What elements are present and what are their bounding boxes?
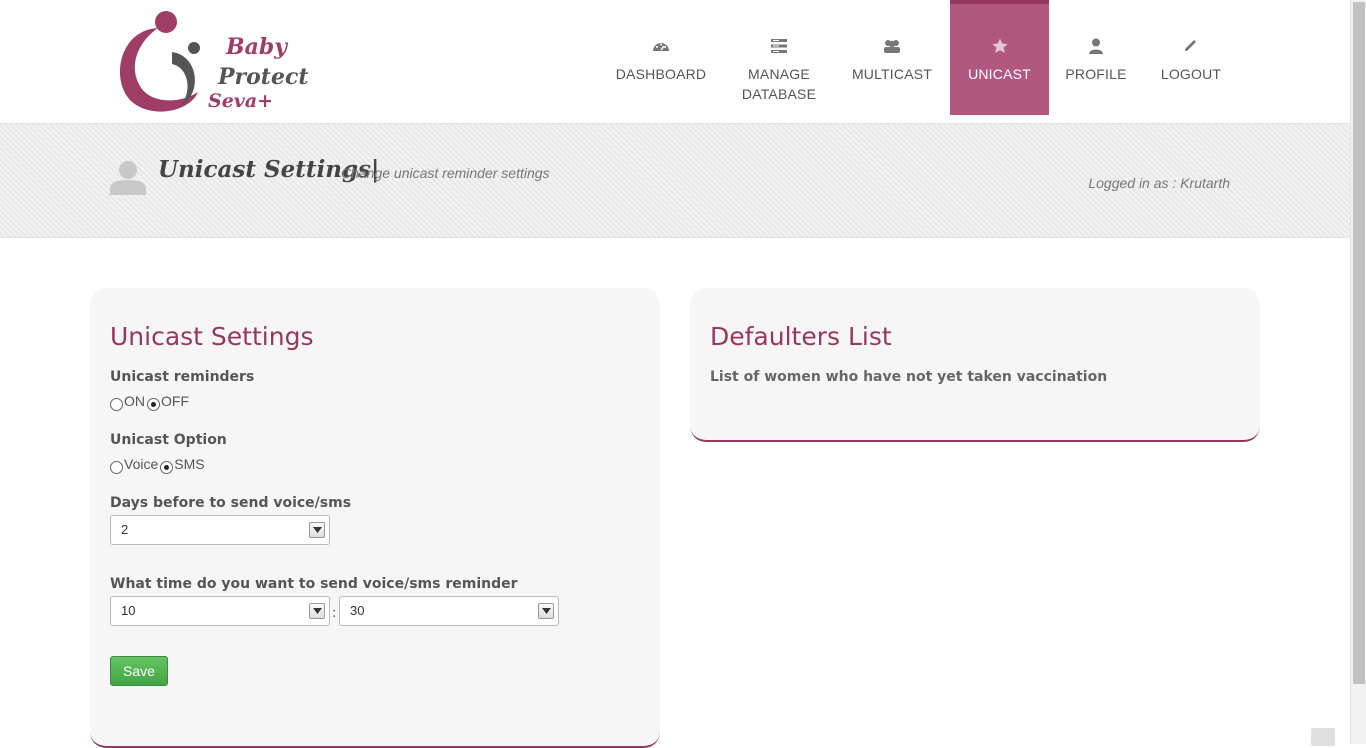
nav-database-label: DATABASE: [741, 86, 817, 102]
unicast-settings-heading: Unicast Settings: [110, 322, 314, 351]
page-scrollbar[interactable]: [1350, 0, 1366, 744]
page-header: Unicast Settings| Change unicast reminde…: [0, 123, 1350, 238]
unicast-option-label: Unicast Option: [110, 432, 227, 448]
share-icon[interactable]: [1311, 728, 1335, 746]
days-before-select[interactable]: 2: [110, 515, 330, 545]
nav-dashboard[interactable]: DASHBOARD: [612, 0, 710, 115]
logged-in-user: Logged in as : Krutarth: [1088, 175, 1230, 191]
star-icon: [991, 38, 1008, 53]
group-icon: [884, 40, 900, 53]
minute-select[interactable]: 30: [339, 596, 559, 626]
unicast-option-group: Voice SMS: [110, 453, 207, 474]
reminders-off-label[interactable]: OFF: [161, 393, 189, 409]
nav-logout[interactable]: LOGOUT: [1152, 0, 1230, 115]
unicast-reminders-group: ON OFF: [110, 390, 191, 411]
nav-manage-database[interactable]: MANAGE DATABASE: [730, 0, 828, 115]
scrollbar-thumb[interactable]: [1353, 2, 1365, 684]
defaulters-panel: Defaulters List List of women who have n…: [690, 288, 1260, 442]
time-separator: :: [332, 606, 337, 621]
brand-text-baby: Baby: [226, 34, 288, 60]
nav-unicast[interactable]: UNICAST: [950, 0, 1049, 115]
nav-unicast-label: UNICAST: [968, 66, 1031, 82]
reminders-on-radio[interactable]: [110, 398, 123, 411]
user-silhouette-icon: [110, 161, 146, 195]
nav-manage-label: MANAGE: [748, 66, 810, 82]
chevron-down-icon: [538, 603, 554, 619]
brand-logo[interactable]: Baby Protect Seva+: [110, 8, 310, 116]
chevron-down-icon: [309, 603, 325, 619]
user-icon: [1089, 38, 1103, 54]
option-voice-label[interactable]: Voice: [124, 456, 158, 472]
database-icon: [771, 39, 787, 53]
defaulters-heading: Defaulters List: [710, 322, 892, 351]
brand-text-protect: Protect: [218, 64, 309, 90]
unicast-settings-panel: Unicast Settings Unicast reminders ON OF…: [90, 288, 660, 748]
nav-multicast-label: MULTICAST: [851, 66, 933, 82]
option-sms-label[interactable]: SMS: [174, 456, 204, 472]
nav-multicast[interactable]: MULTICAST: [848, 0, 936, 115]
chevron-down-icon: [309, 522, 325, 538]
days-before-label: Days before to send voice/sms: [110, 495, 352, 511]
send-time-label: What time do you want to send voice/sms …: [110, 576, 518, 592]
page-subtitle: Change unicast reminder settings: [341, 165, 550, 181]
nav-logout-label: LOGOUT: [1160, 66, 1222, 82]
minute-value: 30: [350, 603, 365, 618]
days-before-value: 2: [121, 522, 129, 537]
top-navbar: Baby Protect Seva+ DASHBOARD MANAGE DATA…: [0, 0, 1350, 123]
nav-profile[interactable]: PROFILE: [1060, 0, 1132, 115]
baby-protect-logo-icon: [119, 11, 200, 112]
pencil-icon: [1185, 40, 1196, 51]
hour-select[interactable]: 10: [110, 596, 330, 626]
brand-text-seva: Seva+: [208, 90, 274, 112]
reminders-off-radio[interactable]: [147, 398, 160, 411]
save-button[interactable]: Save: [110, 656, 168, 686]
hour-value: 10: [121, 603, 136, 618]
nav-profile-label: PROFILE: [1065, 66, 1127, 82]
option-voice-radio[interactable]: [110, 461, 123, 474]
dashboard-icon: [653, 43, 669, 51]
reminders-on-label[interactable]: ON: [124, 393, 145, 409]
option-sms-radio[interactable]: [160, 461, 174, 474]
unicast-reminders-label: Unicast reminders: [110, 369, 255, 385]
defaulters-description: List of women who have not yet taken vac…: [710, 369, 1108, 385]
nav-dashboard-label: DASHBOARD: [615, 66, 707, 82]
